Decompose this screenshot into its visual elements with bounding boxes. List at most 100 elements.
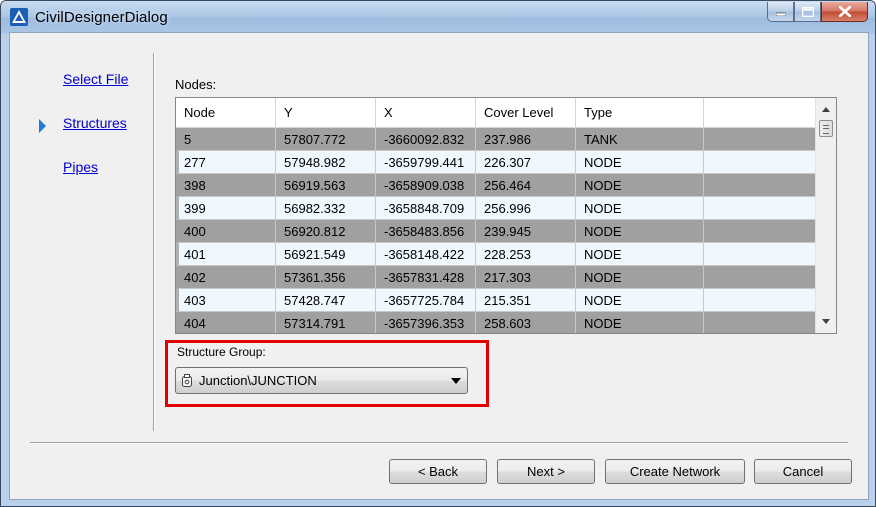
cell-cover-level[interactable]: 256.996	[476, 197, 576, 220]
structure-icon	[182, 374, 192, 387]
table-row[interactable]: 402 57361.356 -3657831.428 217.303 NODE	[176, 266, 816, 289]
cell-x[interactable]: -3658909.038	[376, 174, 476, 197]
cell-cover-level[interactable]: 239.945	[476, 220, 576, 243]
column-header-node[interactable]: Node	[176, 98, 276, 127]
cell-x[interactable]: -3660092.832	[376, 128, 476, 151]
maximize-icon	[801, 6, 814, 17]
cell-filler	[704, 243, 816, 266]
cell-y[interactable]: 57428.747	[276, 289, 376, 312]
minimize-button[interactable]	[767, 2, 794, 22]
cell-node[interactable]: 404	[176, 312, 276, 333]
cell-cover-level[interactable]: 258.603	[476, 312, 576, 333]
cell-node[interactable]: 277	[176, 151, 276, 174]
close-icon	[838, 6, 851, 17]
table-row[interactable]: 404 57314.791 -3657396.353 258.603 NODE	[176, 312, 816, 333]
cell-x[interactable]: -3658148.422	[376, 243, 476, 266]
cell-x[interactable]: -3659799.441	[376, 151, 476, 174]
cell-y[interactable]: 56982.332	[276, 197, 376, 220]
nodes-label: Nodes:	[175, 77, 217, 92]
cell-y[interactable]: 57807.772	[276, 128, 376, 151]
cell-x[interactable]: -3657831.428	[376, 266, 476, 289]
scroll-thumb[interactable]	[819, 120, 833, 137]
cell-y[interactable]: 56920.812	[276, 220, 376, 243]
cell-node[interactable]: 400	[176, 220, 276, 243]
back-button[interactable]: < Back	[389, 459, 487, 484]
cell-node[interactable]: 5	[176, 128, 276, 151]
create-network-button[interactable]: Create Network	[605, 459, 745, 484]
chevron-down-icon[interactable]	[451, 378, 461, 384]
grid-rows: 5 57807.772 -3660092.832 237.986 TANK 277 5794…	[176, 128, 816, 333]
cell-node[interactable]: 401	[176, 243, 276, 266]
close-button[interactable]	[821, 2, 868, 22]
scroll-down-icon[interactable]	[822, 319, 830, 324]
cell-filler	[704, 289, 816, 312]
cell-node[interactable]: 402	[176, 266, 276, 289]
cell-cover-level[interactable]: 228.253	[476, 243, 576, 266]
table-row[interactable]: 277 57948.982 -3659799.441 226.307 NODE	[176, 151, 816, 174]
arrow-right-icon	[39, 119, 46, 133]
cell-type[interactable]: NODE	[576, 266, 704, 289]
table-row[interactable]: 5 57807.772 -3660092.832 237.986 TANK	[176, 128, 816, 151]
structure-group-value: Junction\JUNCTION	[199, 373, 317, 388]
cell-type[interactable]: NODE	[576, 220, 704, 243]
title-bar[interactable]: CivilDesignerDialog	[1, 1, 875, 34]
grid-header: Node Y X Cover Level Type	[176, 98, 816, 128]
window-controls	[767, 2, 868, 23]
cell-x[interactable]: -3657396.353	[376, 312, 476, 333]
table-row[interactable]: 398 56919.563 -3658909.038 256.464 NODE	[176, 174, 816, 197]
scroll-up-icon[interactable]	[822, 107, 830, 112]
nav-select-file[interactable]: Select File	[63, 71, 128, 87]
horizontal-divider	[30, 442, 848, 444]
cell-type[interactable]: NODE	[576, 174, 704, 197]
cell-y[interactable]: 57948.982	[276, 151, 376, 174]
nodes-grid[interactable]: Node Y X Cover Level Type 5 57807.772 -366…	[175, 97, 837, 334]
column-header-cover-level[interactable]: Cover Level	[476, 98, 576, 127]
cell-y[interactable]: 57361.356	[276, 266, 376, 289]
cell-type[interactable]: NODE	[576, 151, 704, 174]
cell-filler	[704, 174, 816, 197]
column-header-filler	[704, 98, 816, 127]
table-row[interactable]: 400 56920.812 -3658483.856 239.945 NODE	[176, 220, 816, 243]
cell-type[interactable]: NODE	[576, 243, 704, 266]
cancel-button[interactable]: Cancel	[754, 459, 852, 484]
cell-type[interactable]: TANK	[576, 128, 704, 151]
cell-y[interactable]: 56921.549	[276, 243, 376, 266]
cell-y[interactable]: 56919.563	[276, 174, 376, 197]
cell-filler	[704, 128, 816, 151]
cell-y[interactable]: 57314.791	[276, 312, 376, 333]
vertical-divider	[153, 53, 155, 431]
table-row[interactable]: 401 56921.549 -3658148.422 228.253 NODE	[176, 243, 816, 266]
cell-cover-level[interactable]: 215.351	[476, 289, 576, 312]
maximize-button[interactable]	[794, 2, 821, 22]
grid-vertical-scrollbar[interactable]	[815, 98, 836, 333]
cell-type[interactable]: NODE	[576, 289, 704, 312]
cell-cover-level[interactable]: 256.464	[476, 174, 576, 197]
table-row[interactable]: 399 56982.332 -3658848.709 256.996 NODE	[176, 197, 816, 220]
cell-x[interactable]: -3658848.709	[376, 197, 476, 220]
dialog-content: Select File Structures Pipes Nodes: Node…	[9, 32, 869, 500]
cell-cover-level[interactable]: 237.986	[476, 128, 576, 151]
column-header-type[interactable]: Type	[576, 98, 704, 127]
cell-cover-level[interactable]: 226.307	[476, 151, 576, 174]
cell-node[interactable]: 403	[176, 289, 276, 312]
nav-pipes[interactable]: Pipes	[63, 159, 98, 175]
cell-node[interactable]: 399	[176, 197, 276, 220]
window-title: CivilDesignerDialog	[35, 9, 168, 26]
column-header-x[interactable]: X	[376, 98, 476, 127]
cell-filler	[704, 220, 816, 243]
cell-filler	[704, 197, 816, 220]
cell-x[interactable]: -3657725.784	[376, 289, 476, 312]
cell-type[interactable]: NODE	[576, 197, 704, 220]
minimize-icon	[775, 12, 786, 16]
civil-designer-app-icon	[10, 8, 28, 26]
dialog-window: CivilDesignerDialog Select File Structur…	[0, 0, 876, 507]
cell-node[interactable]: 398	[176, 174, 276, 197]
table-row[interactable]: 403 57428.747 -3657725.784 215.351 NODE	[176, 289, 816, 312]
structure-group-dropdown[interactable]: Junction\JUNCTION	[175, 367, 468, 394]
cell-x[interactable]: -3658483.856	[376, 220, 476, 243]
next-button[interactable]: Next >	[497, 459, 595, 484]
cell-cover-level[interactable]: 217.303	[476, 266, 576, 289]
column-header-y[interactable]: Y	[276, 98, 376, 127]
nav-structures[interactable]: Structures	[63, 115, 127, 131]
cell-type[interactable]: NODE	[576, 312, 704, 333]
